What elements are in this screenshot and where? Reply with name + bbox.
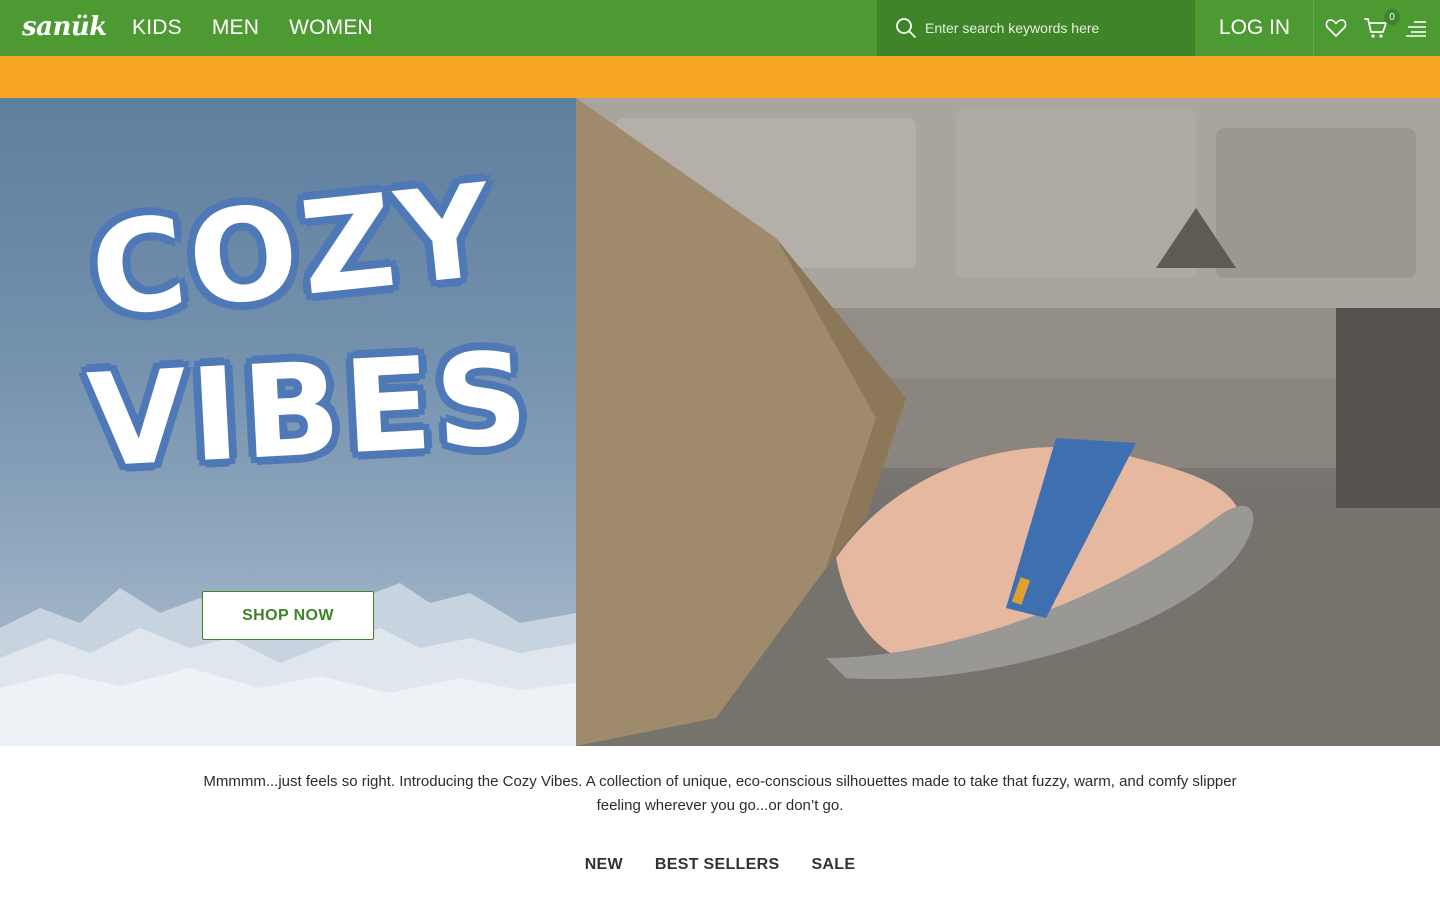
headline-line-1: COZY [84,156,502,347]
site-header: sanük KIDS MEN WOMEN LOG IN 0 [0,0,1440,56]
tab-best-sellers[interactable]: BEST SELLERS [655,856,780,874]
nav-item-kids[interactable]: KIDS [132,16,182,40]
nav-item-men[interactable]: MEN [212,16,259,40]
sandal-lifestyle-image [576,98,1440,746]
promo-banner [0,56,1440,98]
nav-item-women[interactable]: WOMEN [289,16,373,40]
login-link[interactable]: LOG IN [1196,0,1314,56]
cozy-vibes-headline: COZY VIBES [84,156,536,528]
search-input[interactable] [925,14,1185,42]
tab-new[interactable]: NEW [585,856,623,874]
cart-count-badge: 0 [1384,9,1400,25]
search-bar [877,0,1195,56]
main-nav: KIDS MEN WOMEN [132,0,373,56]
heart-icon[interactable] [1323,15,1349,41]
collection-description: Mmmmm...just feels so right. Introducing… [203,773,1237,814]
product-tabs: NEW BEST SELLERS SALE [0,856,1440,874]
headline-line-2: VIBES [84,324,536,497]
shop-now-button[interactable]: SHOP NOW [202,591,374,640]
hero-left-panel: COZY VIBES SHOP NOW [0,98,576,746]
search-icon[interactable] [895,17,917,39]
hero-banner: COZY VIBES SHOP NOW [0,98,1440,746]
tab-sale[interactable]: SALE [811,856,855,874]
brand-logo[interactable]: sanük [22,10,107,44]
menu-icon[interactable] [1403,15,1429,41]
